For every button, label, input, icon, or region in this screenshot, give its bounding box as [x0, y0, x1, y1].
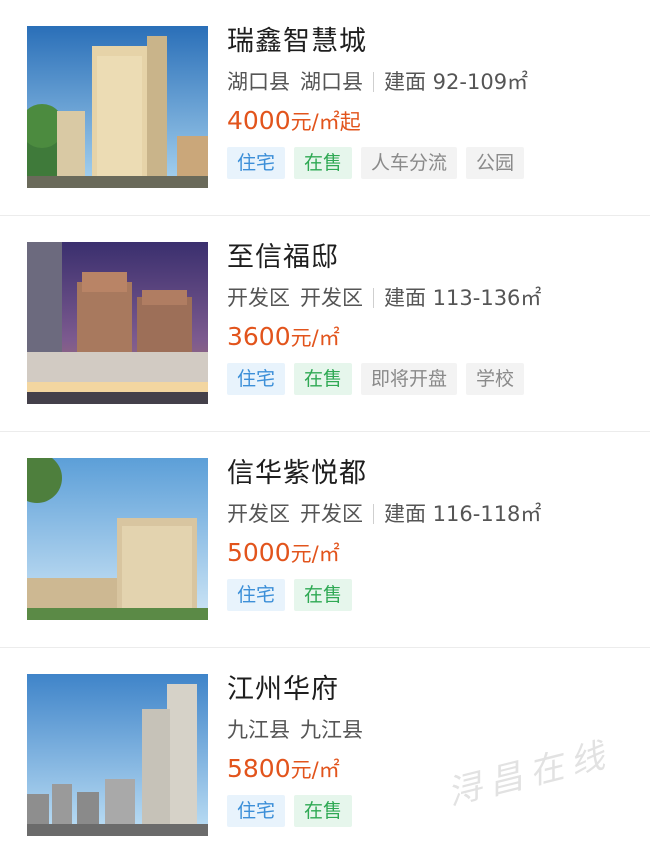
- listing-photo[interactable]: [27, 242, 208, 404]
- meta-divider: [373, 72, 374, 92]
- listing-item[interactable]: 信华紫悦都 开发区 开发区 建面 116-118㎡ 5000元/㎡ 住宅 在售: [0, 432, 650, 648]
- listing-tags: 住宅 在售: [227, 795, 640, 827]
- listing-tags: 住宅 在售 即将开盘 学校: [227, 363, 640, 395]
- listing-building-area: 建面 116-118㎡: [384, 502, 542, 526]
- tag-badge: 学校: [466, 363, 525, 395]
- listing-price: 4000元/㎡起: [227, 102, 640, 140]
- tag-badge: 住宅: [227, 363, 286, 395]
- listing-photo[interactable]: [27, 674, 208, 836]
- listing-meta: 开发区 开发区 建面 116-118㎡: [227, 496, 640, 532]
- listing-info: 瑞鑫智慧城 湖口县 湖口县 建面 92-109㎡ 4000元/㎡起 住宅 在售 人车分流…: [227, 22, 640, 179]
- listing-title[interactable]: 江州华府: [227, 670, 640, 710]
- price-unit: 元/㎡: [290, 542, 340, 566]
- listing-district: 开发区: [227, 502, 290, 526]
- listing-building-area: 建面 92-109㎡: [384, 70, 529, 94]
- listing-area: 开发区: [300, 286, 363, 310]
- listing-price: 5000元/㎡: [227, 534, 640, 572]
- listing-district: 湖口县: [227, 70, 290, 94]
- listing-district: 九江县: [227, 718, 290, 742]
- listing-item[interactable]: 瑞鑫智慧城 湖口县 湖口县 建面 92-109㎡ 4000元/㎡起 住宅 在售 人车分流…: [0, 0, 650, 216]
- tag-badge: 在售: [294, 795, 353, 827]
- listing-meta: 湖口县 湖口县 建面 92-109㎡: [227, 64, 640, 100]
- listing-building-area: 建面 113-136㎡: [384, 286, 542, 310]
- listing-info: 信华紫悦都 开发区 开发区 建面 116-118㎡ 5000元/㎡ 住宅 在售: [227, 454, 640, 611]
- building-photo-image: [27, 674, 208, 836]
- tag-badge: 在售: [294, 579, 353, 611]
- listing-tags: 住宅 在售: [227, 579, 640, 611]
- listing-district: 开发区: [227, 286, 290, 310]
- listing-price: 3600元/㎡: [227, 318, 640, 356]
- price-value: 5800: [227, 754, 291, 783]
- tag-badge: 在售: [294, 363, 353, 395]
- property-list: 瑞鑫智慧城 湖口县 湖口县 建面 92-109㎡ 4000元/㎡起 住宅 在售 人车分流…: [0, 0, 650, 865]
- building-photo-image: [27, 458, 208, 620]
- tag-badge: 住宅: [227, 795, 286, 827]
- tag-badge: 在售: [294, 147, 353, 179]
- price-value: 3600: [227, 322, 291, 351]
- meta-divider: [373, 288, 374, 308]
- listing-photo[interactable]: [27, 458, 208, 620]
- listing-photo[interactable]: [27, 26, 208, 188]
- meta-divider: [373, 504, 374, 524]
- listing-area: 开发区: [300, 502, 363, 526]
- price-unit: 元/㎡: [290, 758, 340, 782]
- listing-tags: 住宅 在售 人车分流 公园: [227, 147, 640, 179]
- building-photo-image: [27, 26, 208, 188]
- listing-info: 至信福邸 开发区 开发区 建面 113-136㎡ 3600元/㎡ 住宅 在售 即将开盘学…: [227, 238, 640, 395]
- price-unit: 元/㎡起: [290, 110, 361, 134]
- listing-item[interactable]: 至信福邸 开发区 开发区 建面 113-136㎡ 3600元/㎡ 住宅 在售 即将开盘学…: [0, 216, 650, 432]
- price-value: 4000: [227, 106, 291, 135]
- price-unit: 元/㎡: [290, 326, 340, 350]
- listing-title[interactable]: 至信福邸: [227, 238, 640, 278]
- listing-meta: 开发区 开发区 建面 113-136㎡: [227, 280, 640, 316]
- listing-area: 湖口县: [300, 70, 363, 94]
- tag-badge: 住宅: [227, 579, 286, 611]
- listing-title[interactable]: 瑞鑫智慧城: [227, 22, 640, 62]
- listing-area: 九江县: [300, 718, 363, 742]
- tag-badge: 公园: [466, 147, 525, 179]
- tag-badge: 人车分流: [361, 147, 458, 179]
- tag-badge: 住宅: [227, 147, 286, 179]
- tag-badge: 即将开盘: [361, 363, 458, 395]
- price-value: 5000: [227, 538, 291, 567]
- listing-title[interactable]: 信华紫悦都: [227, 454, 640, 494]
- building-photo-image: [27, 242, 208, 404]
